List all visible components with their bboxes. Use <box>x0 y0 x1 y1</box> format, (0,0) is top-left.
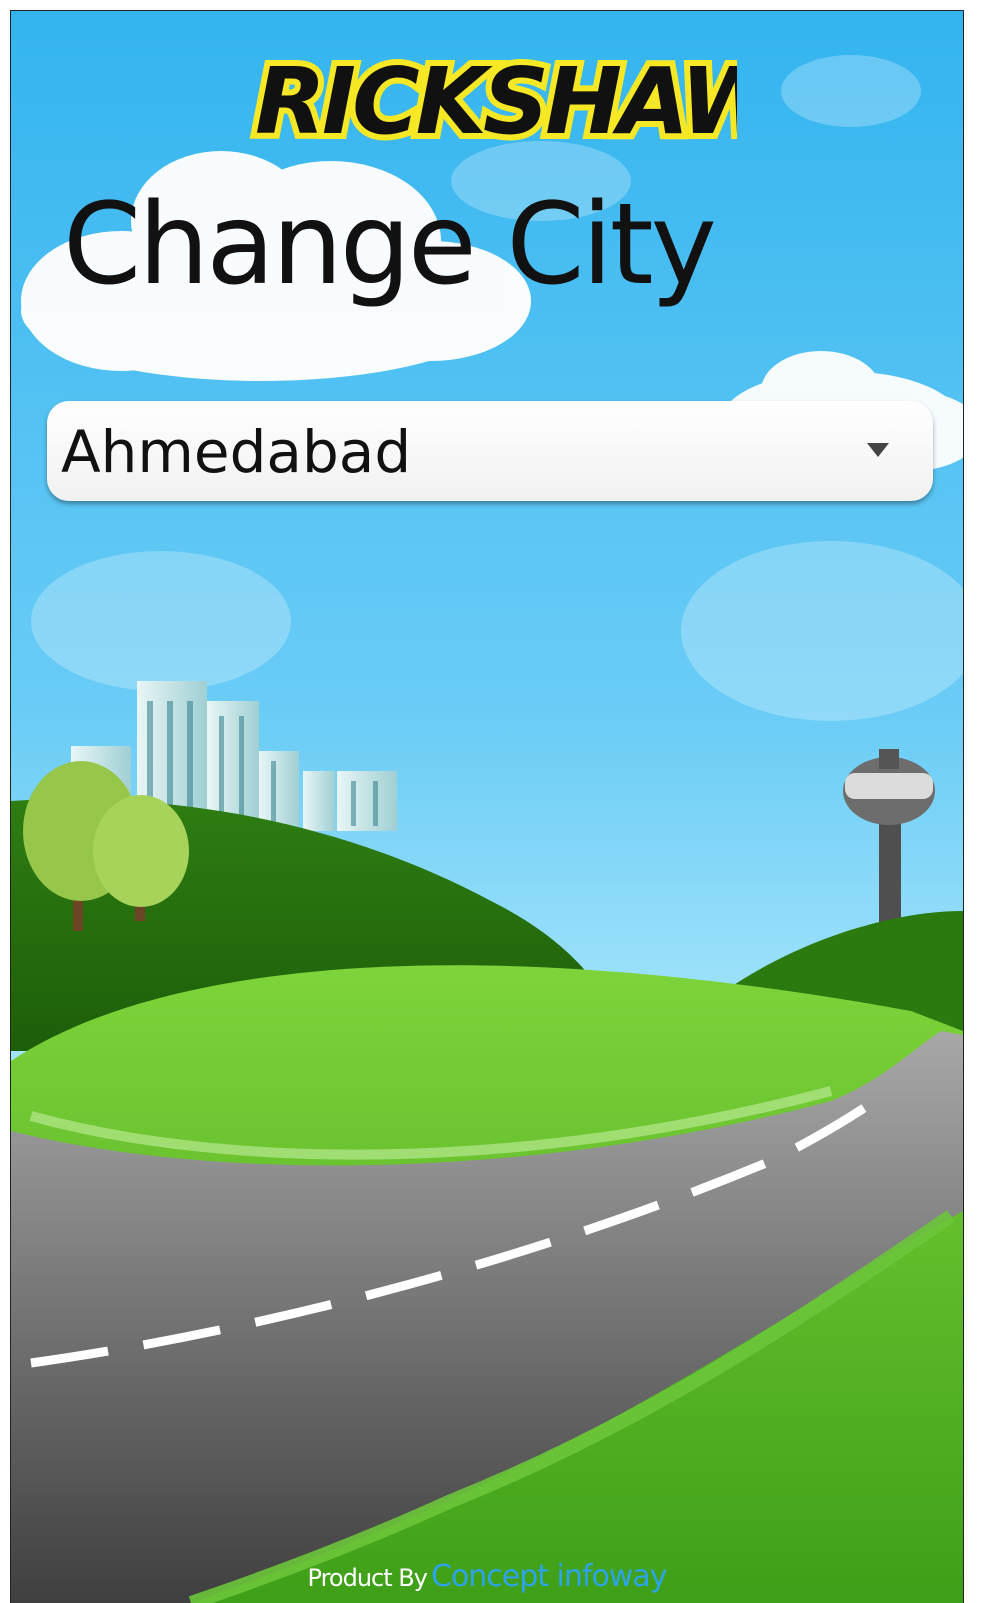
app-screen: RICKSHAW Change City Ahmedabad Product B… <box>10 10 964 1603</box>
city-dropdown[interactable]: Ahmedabad <box>47 401 933 501</box>
company-link[interactable]: Concept infoway <box>431 1559 668 1594</box>
page-title: Change City <box>63 180 717 310</box>
svg-text:RICKSHAW: RICKSHAW <box>255 48 737 151</box>
dropdown-arrow-icon <box>867 443 889 457</box>
footer-credit: Product By Concept infoway <box>11 1559 963 1594</box>
rickshaw-logo: RICKSHAW <box>249 42 737 151</box>
footer-prefix: Product By <box>307 1564 428 1592</box>
selected-city: Ahmedabad <box>61 418 412 486</box>
